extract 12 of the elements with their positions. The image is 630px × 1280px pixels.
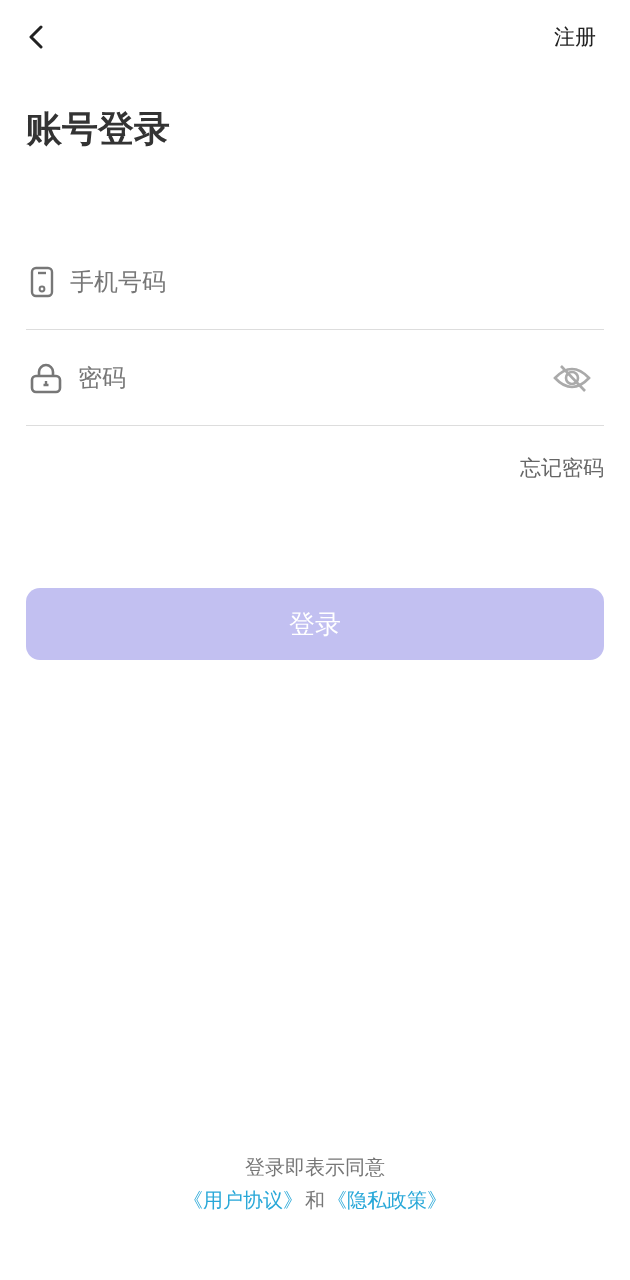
phone-icon (30, 265, 54, 298)
user-agreement-link[interactable]: 《用户协议》 (183, 1187, 303, 1214)
privacy-policy-link[interactable]: 《隐私政策》 (327, 1187, 447, 1214)
back-icon[interactable] (28, 25, 44, 49)
lock-icon (30, 361, 62, 394)
phone-field[interactable]: 手机号码 (70, 267, 604, 296)
agreement-text: 登录即表示同意 (245, 1154, 385, 1181)
register-link[interactable]: 注册 (554, 23, 596, 51)
password-field[interactable]: 密码 (78, 363, 536, 392)
and-text: 和 (305, 1187, 325, 1214)
forgot-password-link[interactable]: 忘记密码 (520, 454, 604, 482)
page-title: 账号登录 (26, 107, 171, 151)
